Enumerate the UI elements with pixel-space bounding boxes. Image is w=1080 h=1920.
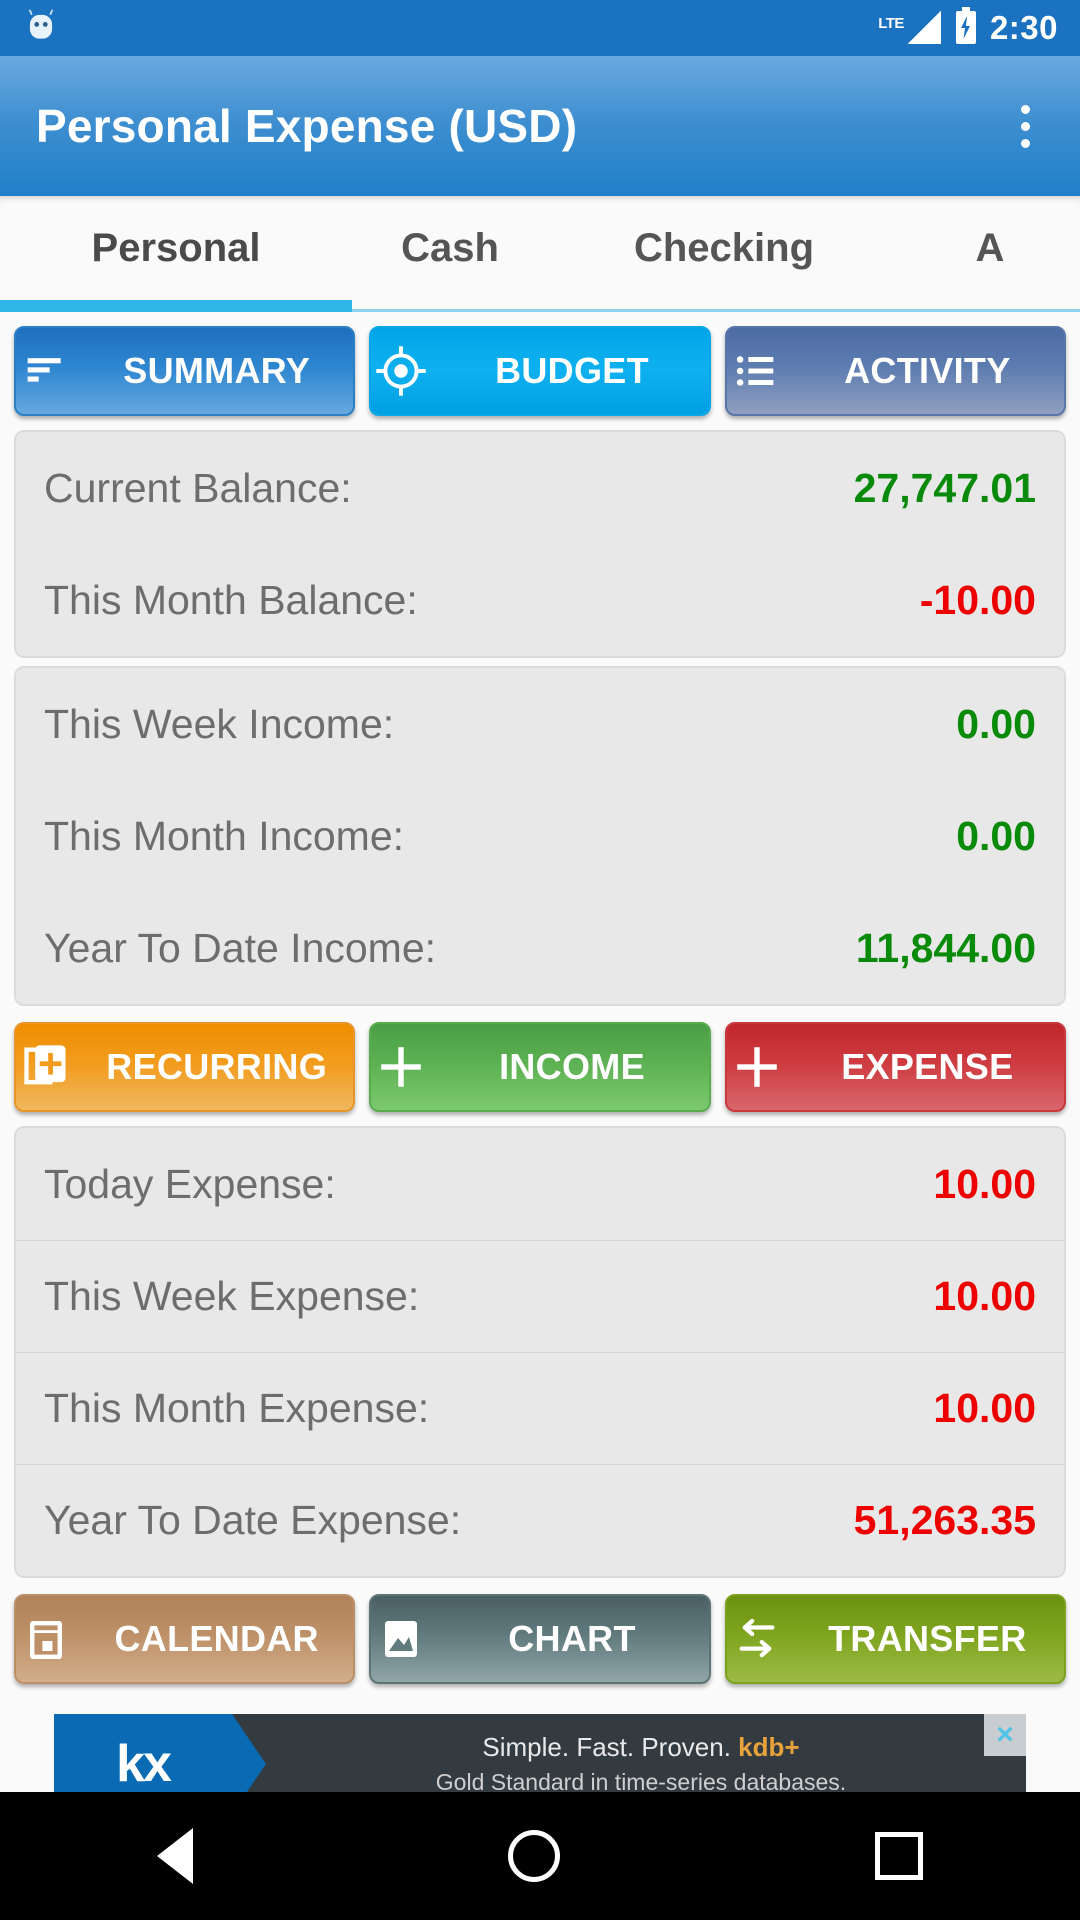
row-value: 10.00 <box>933 1160 1036 1207</box>
back-triangle-icon[interactable] <box>157 1828 194 1884</box>
row-label: Year To Date Expense: <box>44 1497 462 1543</box>
recurring-button[interactable]: RECURRING <box>14 1022 356 1112</box>
add-expense-button[interactable]: EXPENSE <box>724 1022 1066 1112</box>
ad-brand: kdb+ <box>738 1732 800 1762</box>
add-income-button[interactable]: INCOME <box>369 1022 711 1112</box>
recurring-button-label: RECURRING <box>106 1046 328 1087</box>
status-bar-right: LTE 2:30 <box>878 6 1058 50</box>
budget-button[interactable]: BUDGET <box>369 326 711 416</box>
home-circle-icon[interactable] <box>507 1830 560 1882</box>
row-label: This Week Income: <box>44 700 395 747</box>
chart-button-label: CHART <box>508 1618 636 1659</box>
row-value: 27,747.01 <box>853 464 1036 511</box>
overflow-dot <box>1021 138 1030 148</box>
row-this-week-expense: This Week Expense: 10.00 <box>16 1240 1064 1352</box>
row-this-month-balance: This Month Balance: -10.00 <box>16 544 1064 656</box>
bar-list-icon <box>16 349 76 393</box>
tab-baseline <box>352 309 1080 312</box>
transfer-button-label: TRANSFER <box>828 1618 1027 1659</box>
summary-button-label: SUMMARY <box>123 350 311 391</box>
status-bar-left <box>22 7 60 50</box>
action-button-row: RECURRING INCOME EXPENSE <box>14 1014 1066 1120</box>
tab-checking[interactable]: Checking <box>548 196 900 300</box>
row-ytd-income: Year To Date Income: 11,844.00 <box>16 892 1064 1004</box>
status-bar: LTE 2:30 <box>0 0 1080 56</box>
row-value: 10.00 <box>933 1385 1036 1431</box>
summary-content: SUMMARY BUDGET ACTIVITY Current Balance:… <box>0 318 1080 1692</box>
row-current-balance: Current Balance: 27,747.01 <box>16 432 1064 544</box>
overflow-menu-icon[interactable] <box>1007 95 1044 158</box>
tab-next-partial[interactable]: A <box>900 196 1080 300</box>
add-expense-button-label: EXPENSE <box>841 1046 1014 1087</box>
summary-button[interactable]: SUMMARY <box>14 326 356 416</box>
chart-button[interactable]: CHART <box>369 1594 711 1684</box>
row-value: 51,263.35 <box>853 1497 1036 1543</box>
app-bar: Personal Expense (USD) <box>0 56 1080 196</box>
row-label: This Month Balance: <box>44 576 418 623</box>
ad-logo-text: kx <box>116 1735 172 1793</box>
page-title: Personal Expense (USD) <box>36 100 578 152</box>
income-card: This Week Income: 0.00 This Month Income… <box>14 666 1066 1006</box>
card-plus-icon <box>16 1041 76 1093</box>
row-value: 11,844.00 <box>855 924 1036 971</box>
transfer-button[interactable]: TRANSFER <box>724 1594 1066 1684</box>
row-label: Today Expense: <box>44 1160 336 1207</box>
row-label: This Month Income: <box>44 812 405 859</box>
row-label: Current Balance: <box>44 464 352 511</box>
ad-headline-prefix: Simple. Fast. Proven. <box>482 1732 739 1762</box>
row-label: Year To Date Income: <box>44 924 437 971</box>
add-income-button-label: INCOME <box>499 1046 645 1087</box>
row-ytd-expense: Year To Date Expense: 51,263.35 <box>16 1464 1064 1576</box>
plus-icon <box>371 1042 431 1092</box>
account-tab-bar[interactable]: Personal Cash Checking A <box>0 196 1080 318</box>
calendar-button[interactable]: CALENDAR <box>14 1594 356 1684</box>
target-icon <box>371 345 431 397</box>
row-value: -10.00 <box>919 576 1036 623</box>
ad-headline: Simple. Fast. Proven. kdb+ <box>482 1732 799 1763</box>
tab-personal[interactable]: Personal <box>0 196 352 300</box>
expense-card: Today Expense: 10.00 This Week Expense: … <box>14 1126 1066 1578</box>
transfer-arrows-icon <box>727 1616 787 1662</box>
plus-icon <box>727 1042 787 1092</box>
overflow-dot <box>1021 104 1030 114</box>
battery-charging-icon <box>954 6 978 50</box>
activity-button-label: ACTIVITY <box>844 350 1011 391</box>
row-value: 0.00 <box>956 812 1036 859</box>
activity-button[interactable]: ACTIVITY <box>724 326 1066 416</box>
row-this-week-income: This Week Income: 0.00 <box>16 668 1064 780</box>
row-label: This Week Expense: <box>44 1273 420 1319</box>
signal-bars-icon: LTE <box>878 11 942 45</box>
network-type-label: LTE <box>878 15 904 32</box>
tab-cash[interactable]: Cash <box>352 196 548 300</box>
recents-square-icon[interactable] <box>874 1832 923 1880</box>
tab-active-indicator <box>0 300 352 312</box>
budget-button-label: BUDGET <box>495 350 649 391</box>
system-nav-bar <box>0 1792 1080 1920</box>
tool-button-row: CALENDAR CHART TRANSFER <box>14 1586 1066 1692</box>
row-this-month-income: This Month Income: 0.00 <box>16 780 1064 892</box>
mode-button-row: SUMMARY BUDGET ACTIVITY <box>14 318 1066 424</box>
row-today-expense: Today Expense: 10.00 <box>16 1128 1064 1240</box>
overflow-dot <box>1021 121 1030 131</box>
row-value: 10.00 <box>933 1273 1036 1319</box>
image-chart-icon <box>371 1615 431 1663</box>
row-value: 0.00 <box>956 700 1036 747</box>
ad-close-icon[interactable]: × <box>984 1714 1026 1756</box>
android-robot-icon <box>22 7 60 50</box>
row-label: This Month Expense: <box>44 1385 430 1431</box>
calendar-button-label: CALENDAR <box>114 1618 319 1659</box>
calendar-icon <box>16 1613 76 1665</box>
clock-label: 2:30 <box>989 9 1058 46</box>
list-bullet-icon <box>727 348 787 394</box>
balance-card: Current Balance: 27,747.01 This Month Ba… <box>14 430 1066 658</box>
row-this-month-expense: This Month Expense: 10.00 <box>16 1352 1064 1464</box>
